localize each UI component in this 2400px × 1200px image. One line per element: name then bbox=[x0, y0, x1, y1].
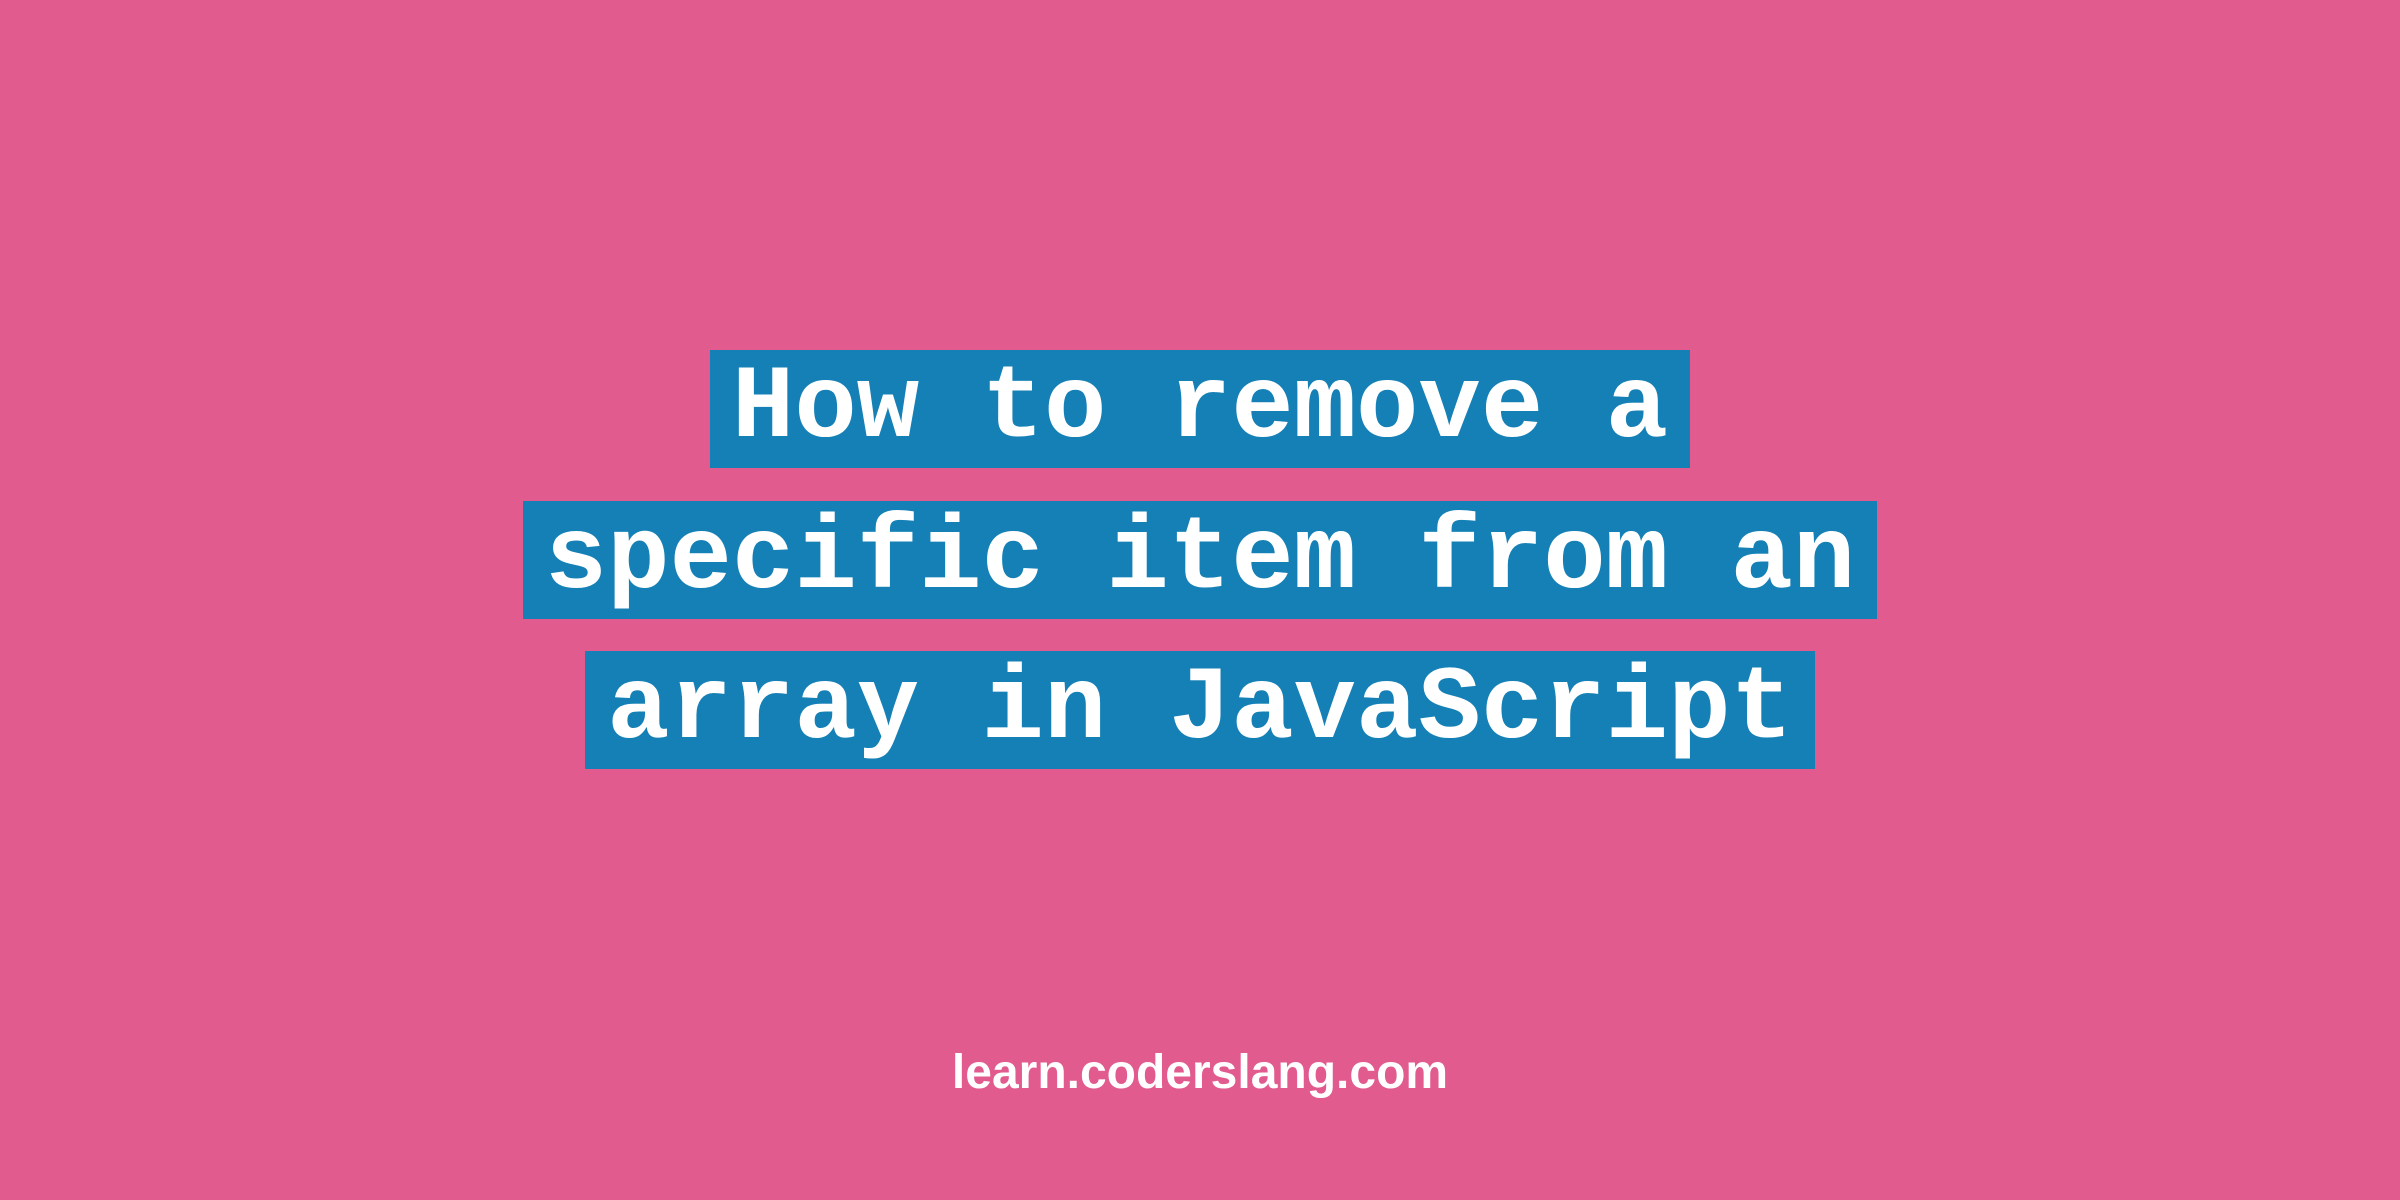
page-title: How to remove a specific item from an ar… bbox=[523, 350, 1878, 770]
title-line-1: How to remove a bbox=[710, 350, 1690, 468]
title-line-3: array in JavaScript bbox=[585, 651, 1815, 769]
title-container: How to remove a specific item from an ar… bbox=[523, 334, 1878, 786]
footer: learn.coderslang.com bbox=[0, 1045, 2400, 1100]
title-line-2: specific item from an bbox=[523, 501, 1878, 619]
footer-text: learn.coderslang.com bbox=[952, 1046, 1448, 1099]
